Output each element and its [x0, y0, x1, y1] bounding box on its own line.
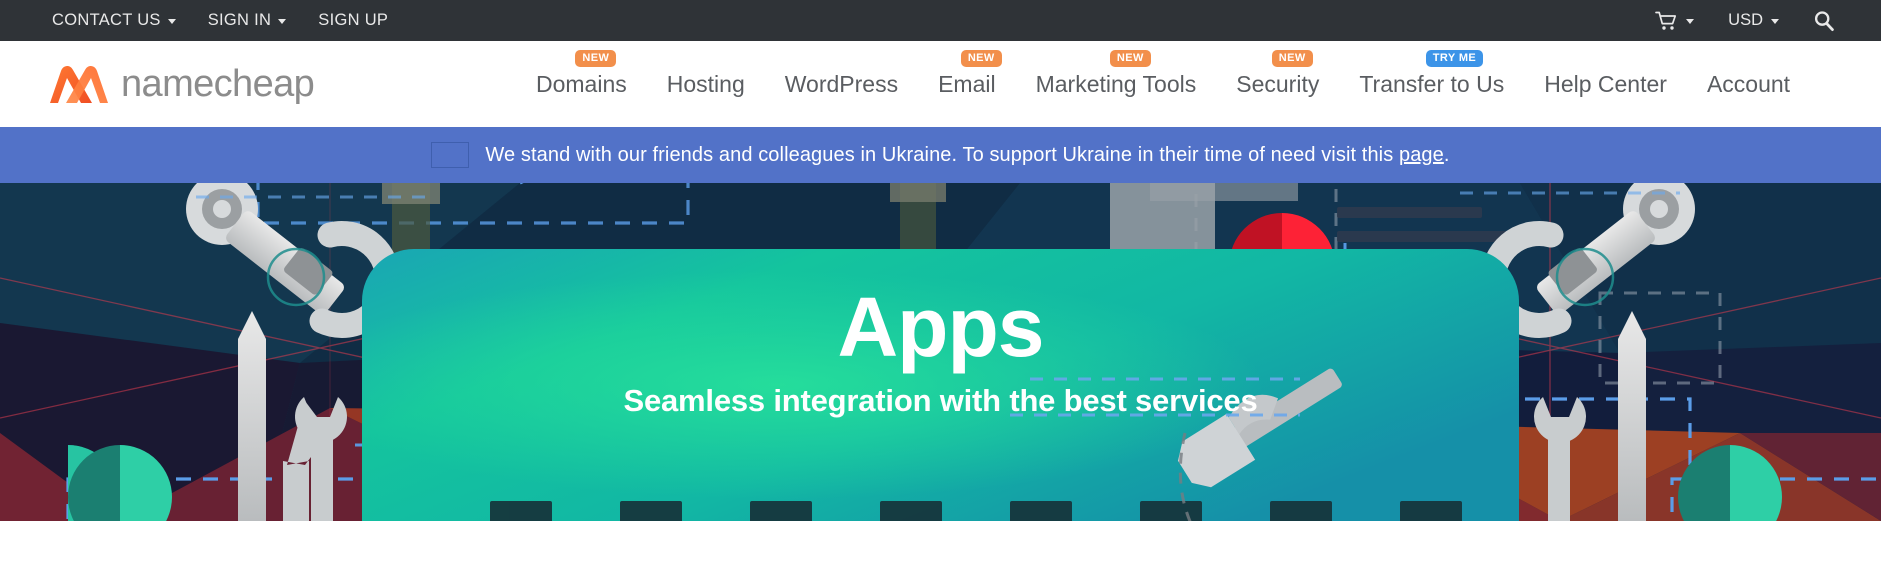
- topbar-link-label: SIGN IN: [207, 11, 272, 29]
- chevron-down-icon: [1771, 19, 1779, 24]
- nav-item-label: Transfer to Us: [1359, 70, 1505, 97]
- chevron-down-icon: [278, 19, 287, 24]
- ukraine-support-banner: We stand with our friends and colleagues…: [0, 127, 1881, 183]
- chevron-down-icon: [1686, 19, 1695, 24]
- nav-item-label: Help Center: [1544, 70, 1667, 97]
- currency-label: USD: [1728, 11, 1763, 29]
- nav-item-domains[interactable]: NEW Domains: [516, 49, 647, 97]
- nav-item-email[interactable]: NEW Email: [918, 49, 1016, 97]
- nav-item-label: Account: [1706, 70, 1791, 97]
- chevron-down-icon: [167, 19, 176, 24]
- currency-selector[interactable]: USD: [1711, 11, 1796, 30]
- hero-title: Apps: [837, 280, 1045, 374]
- content-area-below-hero: [0, 521, 1881, 572]
- topbar-link-label: CONTACT US: [52, 11, 161, 29]
- nav-item-label: Marketing Tools: [1035, 70, 1197, 97]
- nav-item-label: Security: [1236, 70, 1320, 97]
- nav-item-security[interactable]: NEW Security: [1216, 49, 1339, 97]
- banner-text-before: We stand with our friends and colleagues…: [485, 143, 1399, 166]
- nav-badge-new: NEW: [1109, 49, 1151, 68]
- nav-badge-new: NEW: [575, 49, 617, 68]
- nav-item-account[interactable]: Account: [1687, 70, 1810, 97]
- topbar-link-sign-in[interactable]: SIGN IN: [192, 11, 303, 30]
- cart-button[interactable]: [1638, 11, 1711, 31]
- hero-copy: Apps Seamless integration with the best …: [0, 183, 1881, 521]
- nav-items: NEW Domains Hosting WordPress NEW Email …: [516, 41, 1810, 127]
- ukraine-flag-icon: [431, 142, 470, 168]
- banner-page-link[interactable]: page: [1399, 144, 1444, 166]
- page-root: CONTACT US SIGN IN SIGN UP USD namecheap…: [0, 0, 1881, 572]
- topbar-left-links: CONTACT US SIGN IN SIGN UP: [52, 11, 404, 30]
- top-utility-bar: CONTACT US SIGN IN SIGN UP USD: [0, 0, 1881, 41]
- nav-item-help-center[interactable]: Help Center: [1524, 70, 1687, 97]
- brand-name: namecheap: [121, 63, 315, 105]
- search-icon: [1814, 10, 1834, 31]
- namecheap-logo[interactable]: namecheap: [48, 62, 315, 106]
- cart-icon: [1655, 11, 1677, 30]
- banner-text-after: .: [1443, 143, 1450, 166]
- topbar-right-actions: USD: [1638, 10, 1835, 32]
- nav-item-wordpress[interactable]: WordPress: [765, 70, 918, 97]
- banner-text: We stand with our friends and colleagues…: [485, 144, 1449, 167]
- nav-item-marketing-tools[interactable]: NEW Marketing Tools: [1016, 49, 1217, 97]
- nav-item-transfer-to-us[interactable]: TRY ME Transfer to Us: [1339, 49, 1524, 97]
- topbar-link-sign-up[interactable]: SIGN UP: [302, 11, 404, 30]
- nav-item-label: Hosting: [666, 70, 745, 97]
- nav-item-hosting[interactable]: Hosting: [647, 70, 765, 97]
- hero-banner: Apps Seamless integration with the best …: [0, 183, 1881, 521]
- search-button[interactable]: [1796, 10, 1835, 32]
- nav-item-label: Domains: [536, 70, 627, 97]
- nav-badge-new: NEW: [960, 49, 1002, 68]
- nav-badge-try-me: TRY ME: [1425, 49, 1484, 68]
- nav-badge-new: NEW: [1271, 49, 1313, 68]
- topbar-link-contact-us[interactable]: CONTACT US: [52, 11, 192, 30]
- hero-subtitle: Seamless integration with the best servi…: [623, 383, 1258, 418]
- topbar-link-label: SIGN UP: [318, 11, 389, 29]
- namecheap-logo-icon: [50, 65, 108, 103]
- nav-item-label: Email: [938, 70, 996, 97]
- nav-item-label: WordPress: [784, 70, 899, 97]
- main-navigation-bar: namecheap NEW Domains Hosting WordPress …: [0, 41, 1881, 127]
